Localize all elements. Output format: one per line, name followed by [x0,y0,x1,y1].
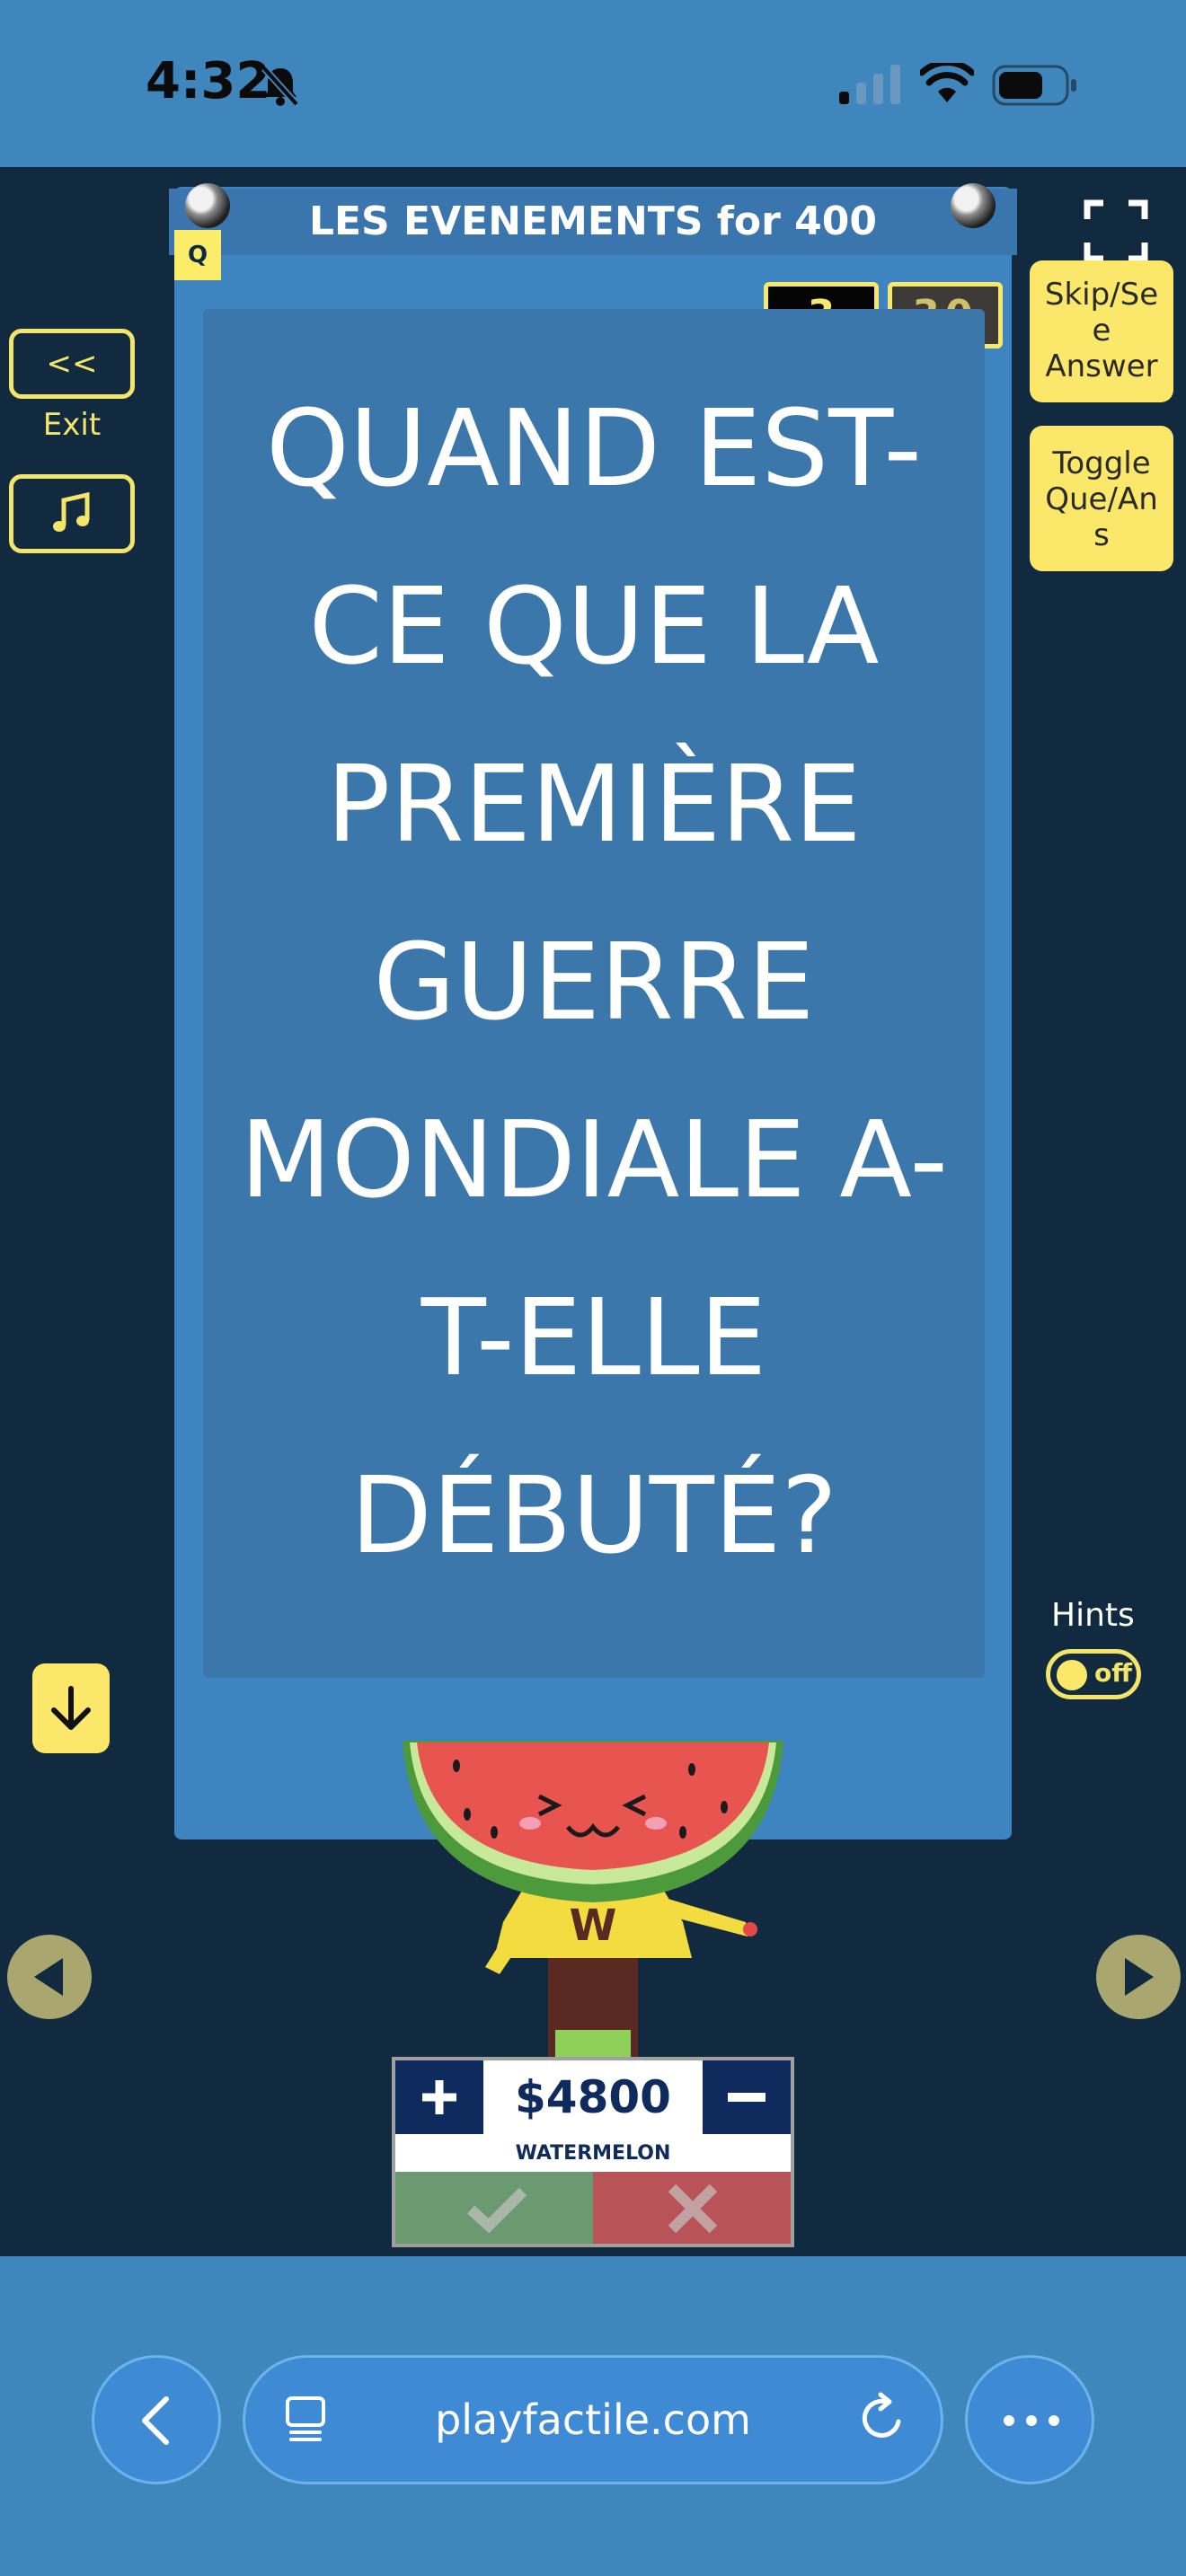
category-title: LES EVENEMENTS for 400 [308,198,878,244]
avatar-letter: W [570,1901,617,1951]
triangle-right-icon [1125,1958,1154,1996]
skip-see-answer-button[interactable]: Skip/Se e Answer [1030,260,1173,402]
team-score: $4800 [515,2071,671,2123]
hints-toggle-knob [1057,1660,1087,1690]
previous-button[interactable] [7,1935,92,2019]
mark-wrong-button[interactable] [593,2172,791,2244]
pin-left [185,183,230,228]
hints-label: Hints [1051,1597,1135,1634]
question-line: QUAND EST- [266,386,922,510]
watermelon-avatar: W [403,1741,783,2057]
browser-back-button[interactable] [92,2355,221,2484]
hints-state: off [1094,1658,1132,1688]
skip-label-line: Skip/Se [1044,277,1159,313]
checkmark-icon [466,2187,527,2233]
bell-slash-icon [261,66,299,107]
question-line: GUERRE [373,920,815,1044]
next-button[interactable] [1096,1935,1181,2019]
question-line: DÉBUTÉ? [350,1453,837,1577]
pin-right [951,183,996,228]
question-line: PREMIÈRE [326,742,862,866]
status-time: 4:32 [146,52,271,110]
toggle-question-answer-button[interactable]: Toggle Que/An s [1030,426,1173,571]
question-badge: Q [174,230,221,280]
scroll-down-button[interactable] [32,1663,110,1753]
cellular-signal-icon [839,65,900,104]
music-button[interactable] [9,474,135,553]
add-points-button[interactable] [395,2060,483,2134]
reload-icon[interactable] [857,2391,907,2445]
arrow-down-icon [51,1686,91,1730]
question-text: QUAND EST- CE QUE LA PREMIÈRE GUERRE MON… [230,359,958,1604]
mark-correct-button[interactable] [395,2172,593,2244]
chevron-left-icon [142,2396,169,2445]
subtract-points-button[interactable] [703,2060,791,2134]
music-note-icon [53,491,90,532]
skip-label-line: Answer [1045,348,1158,384]
x-icon [668,2183,718,2234]
triangle-left-icon [34,1958,63,1996]
question-line: MONDIALE A- [240,1098,948,1222]
address-bar-url[interactable]: playfactile.com [243,2355,943,2484]
question-line: T-ELLE [420,1275,767,1399]
fullscreen-icon[interactable] [1084,199,1148,262]
question-line: CE QUE LA [308,564,880,688]
minus-icon [728,2093,766,2102]
toggle-label-line: Que/An [1045,481,1158,517]
plus-icon [422,2080,456,2114]
team-name: WATERMELON [515,2142,671,2165]
ellipsis-icon [1004,2415,1059,2426]
wifi-icon [920,63,974,102]
exit-button[interactable]: << Exit [9,329,135,443]
toggle-label-line: s [1093,517,1110,553]
browser-more-button[interactable] [965,2355,1094,2484]
battery-icon [992,65,1076,106]
skip-label-line: e [1092,313,1111,348]
toggle-label-line: Toggle [1052,446,1151,481]
